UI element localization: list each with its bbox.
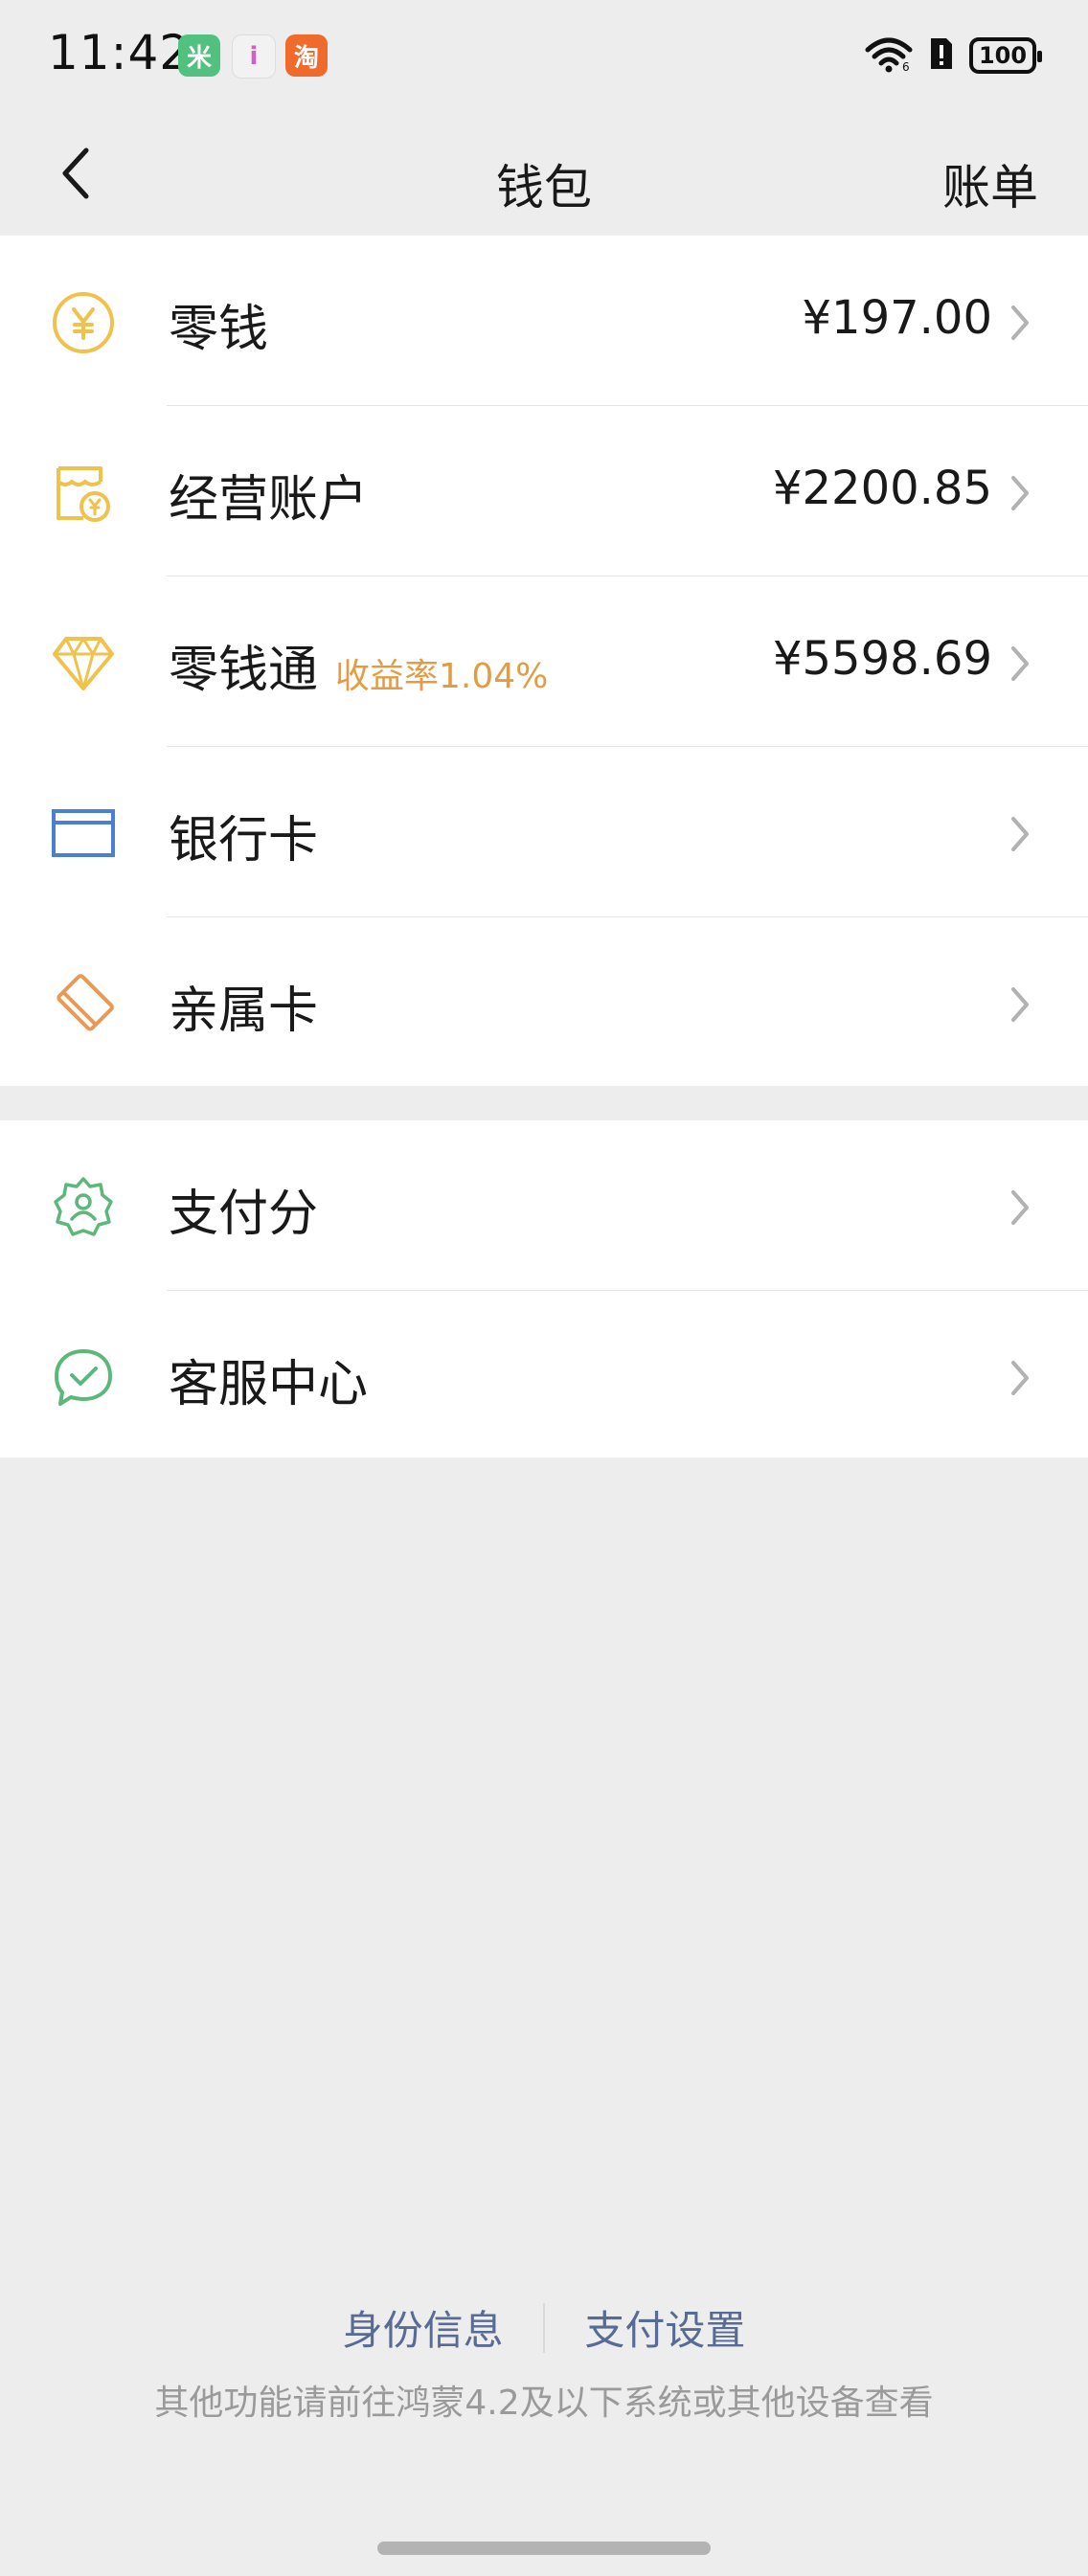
- divider: [543, 2302, 545, 2353]
- diamond-icon: [50, 630, 117, 697]
- list-item-label: 经营账户: [169, 471, 369, 529]
- list-item-label: 零钱通 收益率1.04%: [169, 629, 548, 701]
- chevron-right-icon: [1004, 983, 1036, 1027]
- list-item-change[interactable]: 零钱 ¥197.00: [0, 236, 1088, 406]
- wallet-assets-list: 零钱 ¥197.00 经营账户 ¥2200.85 零钱通 收益率1.04% ¥5…: [0, 236, 1088, 1086]
- svg-text:6: 6: [902, 60, 910, 73]
- yield-rate-tag: 收益率1.04%: [335, 657, 549, 696]
- wallet-services-list: 支付分 客服中心: [0, 1120, 1088, 1457]
- list-item-lingqiantong[interactable]: 零钱通 收益率1.04% ¥5598.69: [0, 576, 1088, 747]
- footer-links: 身份信息 支付设置: [0, 2298, 1088, 2357]
- status-indicators: 6 100: [864, 33, 1042, 79]
- list-item-pay-score[interactable]: 支付分: [0, 1120, 1088, 1291]
- sim-alert-icon: [927, 34, 956, 77]
- shop-account-icon: [50, 460, 117, 527]
- chevron-right-icon: [1004, 471, 1036, 515]
- chevron-right-icon: [1004, 301, 1036, 345]
- list-item-label: 客服中心: [169, 1356, 369, 1413]
- chevron-right-icon: [1004, 1186, 1036, 1230]
- mi-home-icon: 米: [178, 34, 220, 77]
- list-item-label-text: 零钱通: [169, 642, 319, 699]
- taobao-icon: 淘: [285, 34, 328, 77]
- card-icon: [50, 801, 117, 868]
- chat-check-icon: [50, 1344, 117, 1412]
- list-item-label: 银行卡: [169, 812, 319, 870]
- amount-value: ¥197.00: [802, 291, 993, 345]
- list-item-label: 零钱: [169, 301, 269, 358]
- identity-info-link[interactable]: 身份信息: [343, 2298, 504, 2357]
- family-card-icon: [50, 971, 117, 1038]
- list-item-label: 支付分: [169, 1186, 319, 1243]
- status-bar: 11:42 米 i 淘 6 100: [0, 0, 1088, 111]
- wifi-icon: 6: [864, 34, 914, 77]
- page-title: 钱包: [496, 160, 592, 215]
- footer-note: 其他功能请前往鸿蒙4.2及以下系统或其他设备查看: [154, 2384, 934, 2423]
- navigation-bar: 钱包 账单: [0, 111, 1088, 236]
- list-item-bank-card[interactable]: 银行卡: [0, 747, 1088, 917]
- chevron-right-icon: [1004, 812, 1036, 856]
- list-item-customer-service[interactable]: 客服中心: [0, 1291, 1088, 1461]
- home-indicator[interactable]: [377, 2542, 711, 2555]
- amount-value: ¥5598.69: [772, 632, 992, 686]
- chevron-right-icon: [1004, 642, 1036, 686]
- badge-user-icon: [50, 1174, 117, 1241]
- list-item-business-account[interactable]: 经营账户 ¥2200.85: [0, 406, 1088, 576]
- list-item-family-card[interactable]: 亲属卡: [0, 917, 1088, 1088]
- status-time: 11:42: [48, 25, 192, 80]
- chevron-right-icon: [1004, 1356, 1036, 1400]
- bill-button[interactable]: 账单: [942, 149, 1038, 218]
- list-item-label: 亲属卡: [169, 983, 319, 1040]
- payment-settings-link[interactable]: 支付设置: [584, 2298, 745, 2357]
- ifan-icon: i: [232, 34, 276, 79]
- yuan-coin-icon: [50, 289, 117, 356]
- amount-value: ¥2200.85: [772, 462, 992, 515]
- battery-icon: 100: [969, 37, 1042, 74]
